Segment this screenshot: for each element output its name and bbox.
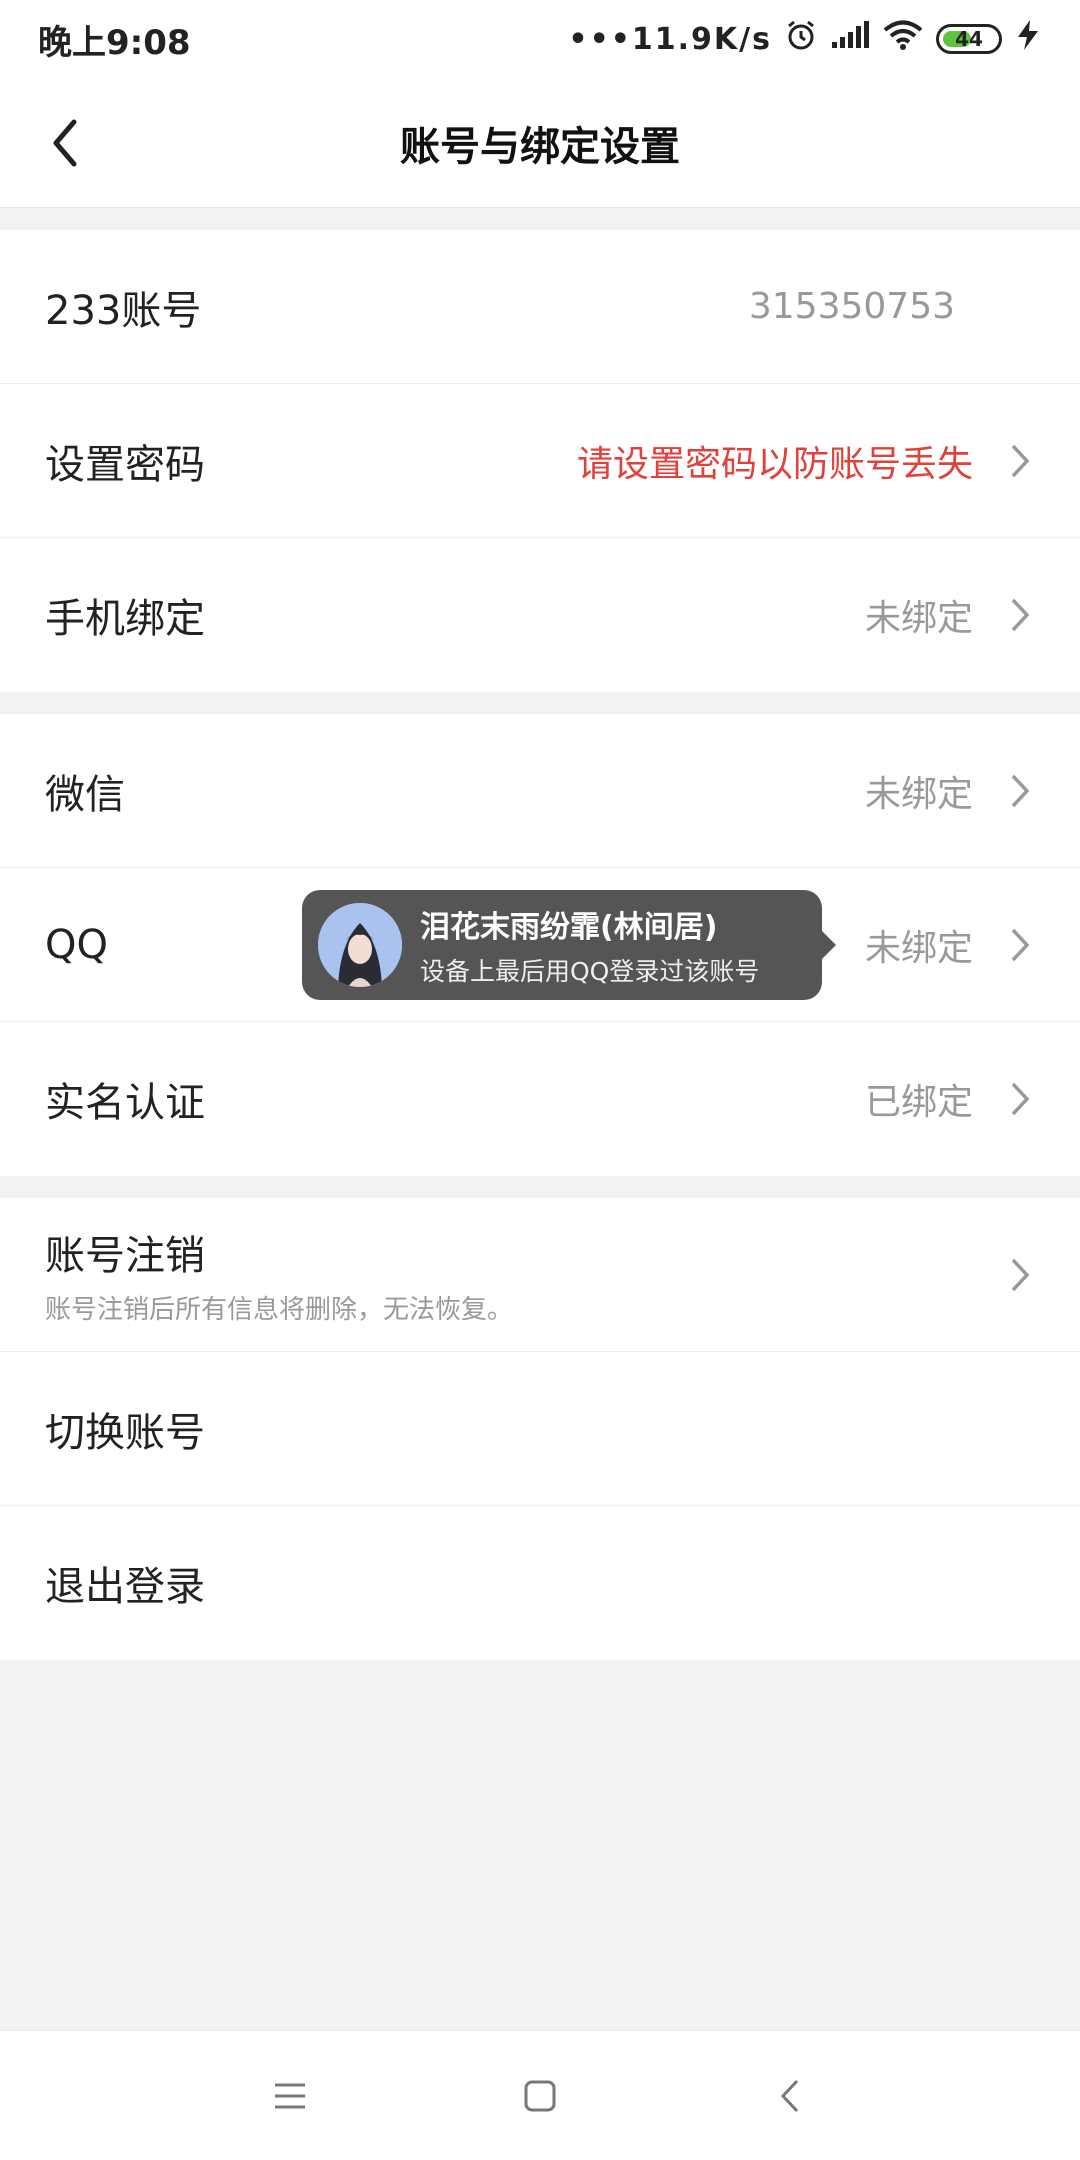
qq-binding-status: 未绑定 bbox=[864, 927, 973, 969]
account-group: 233账号 315350753 设置密码 请设置密码以防账号丢失 手机绑定 未绑… bbox=[0, 230, 1080, 692]
battery-level: 44 bbox=[955, 27, 983, 51]
chevron-right-icon bbox=[1005, 771, 1035, 811]
system-nav-bar bbox=[0, 2030, 1080, 2160]
row-delete-account[interactable]: 账号注销 账号注销后所有信息将删除，无法恢复。 bbox=[0, 1198, 1080, 1352]
row-label: 233账号 bbox=[45, 287, 202, 334]
title-bar: 账号与绑定设置 bbox=[0, 78, 1080, 208]
avatar bbox=[318, 903, 402, 987]
chevron-right-icon bbox=[1005, 1079, 1035, 1119]
account-id-value: 315350753 bbox=[748, 286, 955, 327]
chevron-right-icon bbox=[1005, 1255, 1035, 1295]
wechat-binding-status: 未绑定 bbox=[864, 773, 973, 815]
tooltip-description: 设备上最后用QQ登录过该账号 bbox=[420, 957, 760, 986]
qq-nickname: 泪花末雨纷霏(林间居) bbox=[420, 910, 718, 945]
menu-button[interactable] bbox=[255, 2061, 325, 2131]
battery-icon: 44 bbox=[936, 24, 1002, 54]
tooltip-text: 泪花末雨纷霏(林间居) 设备上最后用QQ登录过该账号 bbox=[420, 902, 759, 988]
row-label: 退出登录 bbox=[45, 1564, 205, 1610]
page-title: 账号与绑定设置 bbox=[400, 123, 680, 170]
row-label: 切换账号 bbox=[45, 1409, 205, 1456]
row-set-password[interactable]: 设置密码 请设置密码以防账号丢失 bbox=[0, 384, 1080, 538]
real-name-status: 已绑定 bbox=[864, 1082, 973, 1123]
row-label: 实名认证 bbox=[45, 1080, 205, 1126]
back-button[interactable] bbox=[30, 108, 100, 178]
network-speed: •••11.9K/s bbox=[568, 21, 772, 57]
row-wechat[interactable]: 微信 未绑定 bbox=[0, 714, 1080, 868]
status-icons: •••11.9K/s 44 bbox=[568, 18, 1042, 60]
row-label: 微信 bbox=[45, 771, 125, 818]
system-back-button[interactable] bbox=[755, 2061, 825, 2131]
chevron-right-icon bbox=[1005, 925, 1035, 965]
row-real-name[interactable]: 实名认证 已绑定 bbox=[0, 1022, 1080, 1176]
phone-binding-status: 未绑定 bbox=[864, 598, 973, 639]
delete-account-text: 账号注销 账号注销后所有信息将删除，无法恢复。 bbox=[45, 1223, 1005, 1326]
status-bar: 晚上9:08 •••11.9K/s 44 bbox=[0, 0, 1080, 78]
qq-account-tooltip[interactable]: 泪花末雨纷霏(林间居) 设备上最后用QQ登录过该账号 bbox=[302, 890, 836, 1000]
row-logout[interactable]: 退出登录 bbox=[0, 1506, 1080, 1660]
menu-icon bbox=[275, 2083, 305, 2108]
row-phone-binding[interactable]: 手机绑定 未绑定 bbox=[0, 538, 1080, 692]
charging-icon bbox=[1014, 19, 1042, 59]
chevron-right-icon bbox=[1005, 441, 1035, 481]
row-subtitle: 账号注销后所有信息将删除，无法恢复。 bbox=[45, 1295, 514, 1325]
wifi-icon bbox=[882, 19, 924, 59]
back-arrow-icon bbox=[53, 119, 77, 167]
row-label: 账号注销 bbox=[45, 1233, 205, 1279]
password-hint-value: 请设置密码以防账号丢失 bbox=[576, 443, 973, 485]
home-icon bbox=[524, 2080, 556, 2111]
chevron-right-icon bbox=[1005, 595, 1035, 635]
alarm-icon bbox=[784, 18, 818, 60]
row-label: 设置密码 bbox=[45, 441, 205, 488]
status-time: 晚上9:08 bbox=[38, 22, 191, 63]
row-233-account: 233账号 315350753 bbox=[0, 230, 1080, 384]
back-icon bbox=[780, 2079, 799, 2112]
row-label: 手机绑定 bbox=[45, 596, 205, 642]
row-switch-account[interactable]: 切换账号 bbox=[0, 1352, 1080, 1506]
home-button[interactable] bbox=[505, 2061, 575, 2131]
signal-icon bbox=[830, 20, 870, 58]
account-actions-group: 账号注销 账号注销后所有信息将删除，无法恢复。 切换账号 退出登录 bbox=[0, 1198, 1080, 1660]
